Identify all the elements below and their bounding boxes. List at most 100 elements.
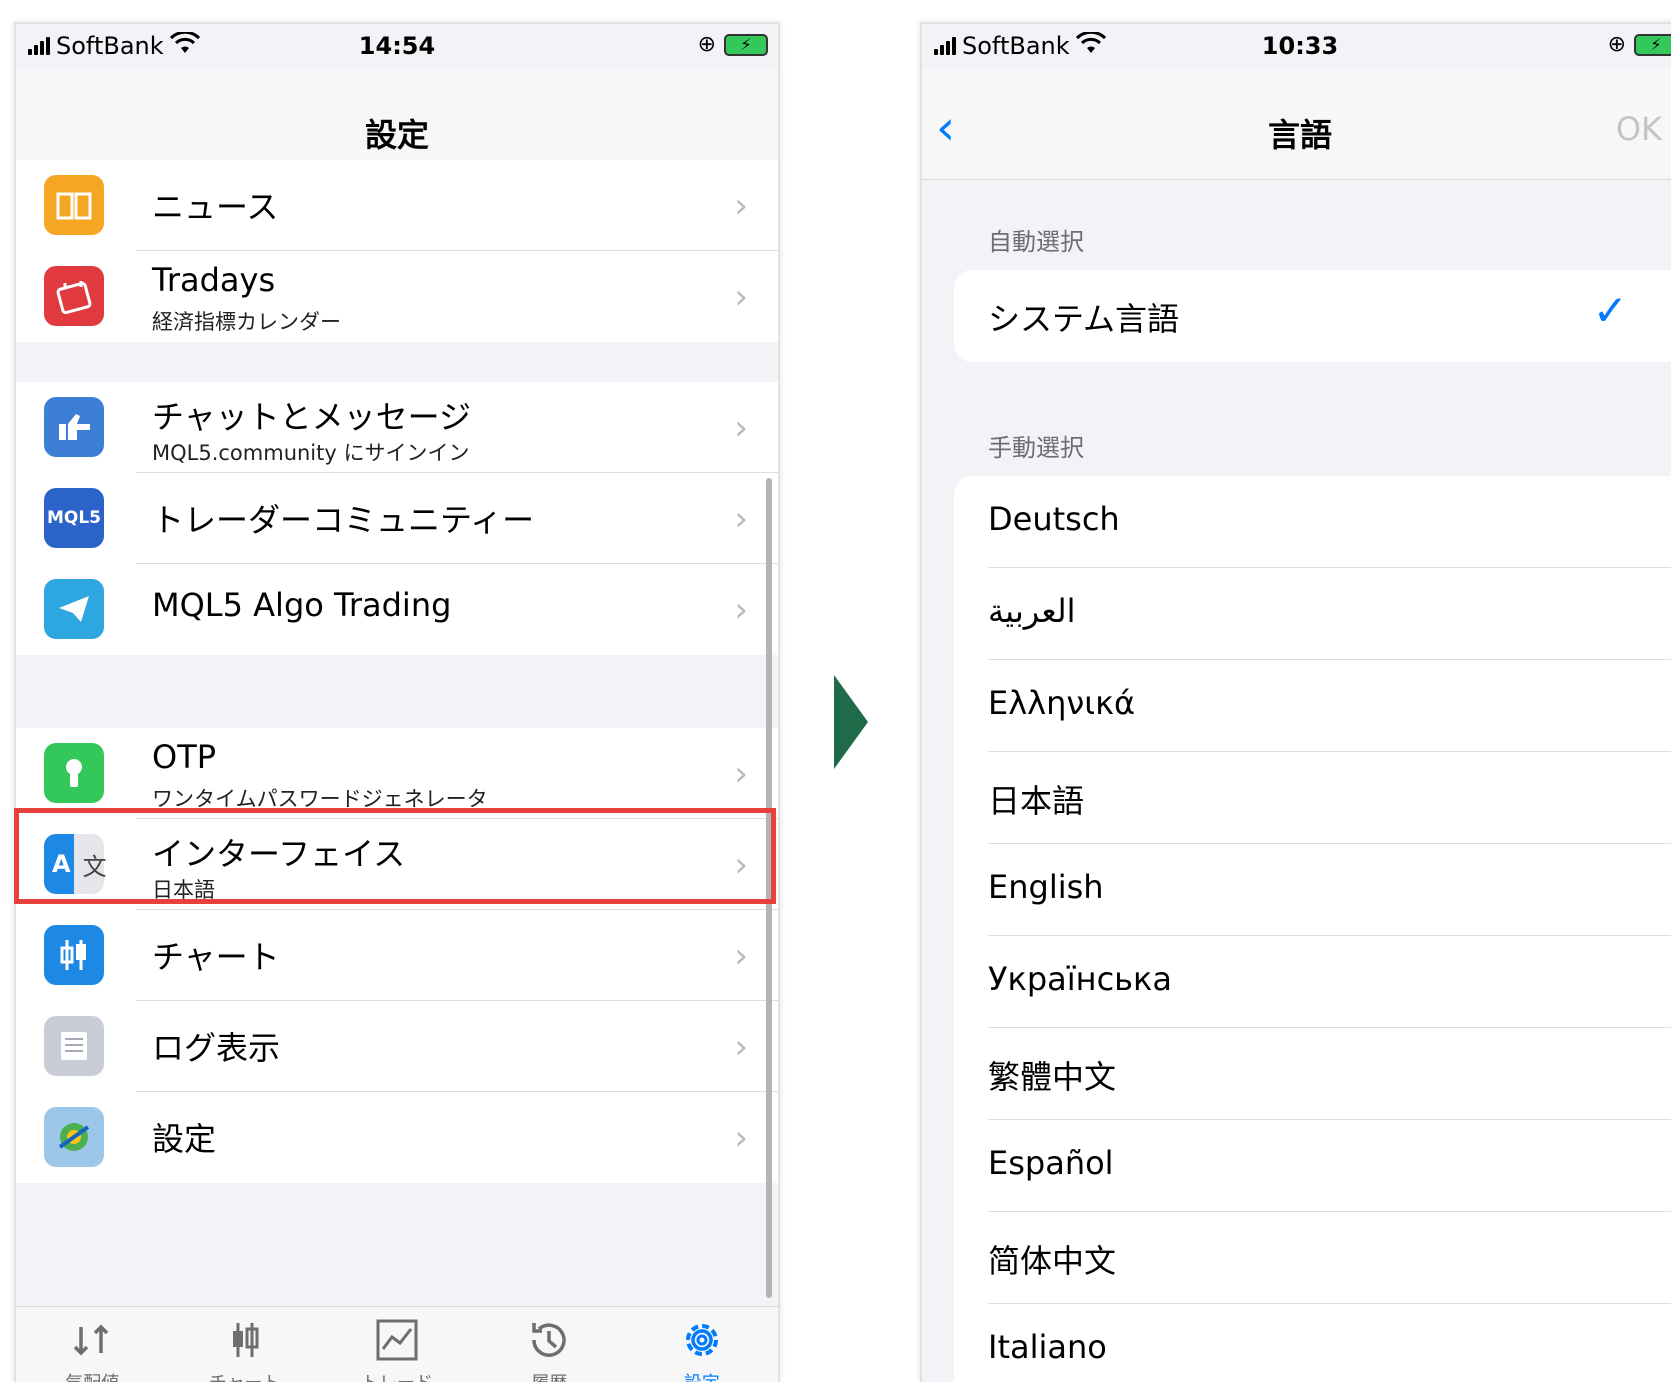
metatrader-icon (44, 1107, 104, 1167)
tab-settings[interactable]: 設定 (626, 1307, 778, 1382)
settings-item-label: インターフェイス (152, 835, 406, 873)
chevron-right-icon: › (734, 1118, 748, 1158)
document-icon (44, 1016, 104, 1076)
settings-item-subtitle: 日本語 (152, 878, 215, 902)
status-bar: SoftBank 10:33 ⊕ ⚡ (922, 24, 1671, 70)
chevron-right-icon: › (734, 499, 748, 539)
translate-kanji-glyph: 文 (82, 852, 107, 881)
checkmark-icon: ✓ (1592, 286, 1628, 335)
manual-select-card: Deutsch العربية Ελληνικά 日本語 English Укр… (954, 476, 1671, 1382)
language-screen: SoftBank 10:33 ⊕ ⚡ ‹ 言語 OK 自動選択 システム言語 ✓… (920, 22, 1671, 1382)
language-option[interactable]: Deutsch (988, 476, 1671, 568)
chevron-right-icon: › (734, 277, 748, 317)
settings-item-label: OTP (152, 738, 217, 776)
settings-group: チャットとメッセージ MQL5.community にサインイン › MQL5 … (16, 382, 778, 655)
section-header-auto: 自動選択 (988, 228, 1084, 256)
language-name: Italiano (988, 1328, 1107, 1366)
book-icon (44, 175, 104, 235)
tab-history[interactable]: 履歴 (473, 1307, 625, 1382)
settings-item-label: 設定 (152, 1120, 217, 1158)
settings-item-otp[interactable]: OTP ワンタイムパスワードジェネレータ › (44, 728, 778, 819)
tab-bar: 気配値 チャート トレード 履歴 設定 (16, 1306, 778, 1382)
settings-screen: SoftBank 14:54 ⊕ ⚡ 設定 ニュース › Tradays 経済指 (14, 22, 780, 1382)
settings-item-label: チャットとメッセージ (152, 398, 472, 436)
language-name: 简体中文 (988, 1242, 1117, 1280)
settings-item-label: ログ表示 (152, 1029, 281, 1067)
settings-item-algo-trading[interactable]: MQL5 Algo Trading › (44, 564, 778, 655)
system-language-option[interactable]: システム言語 ✓ (988, 270, 1671, 362)
settings-item-label: トレーダーコミュニティー (152, 501, 535, 539)
page-title: 言語 (1267, 116, 1332, 154)
scrollbar[interactable] (766, 478, 772, 1298)
language-option[interactable]: العربية (988, 568, 1671, 660)
language-name: Español (988, 1144, 1114, 1182)
translate-icon-letter: A (52, 850, 71, 878)
tab-quotes[interactable]: 気配値 (16, 1307, 168, 1382)
ok-button[interactable]: OK (1616, 110, 1662, 148)
tab-chart[interactable]: チャート (168, 1307, 320, 1382)
chevron-right-icon: › (734, 845, 748, 885)
language-option[interactable]: 繁體中文 (988, 1028, 1671, 1120)
settings-item-log[interactable]: ログ表示 › (44, 1001, 778, 1092)
chevron-right-icon: › (734, 590, 748, 630)
language-name: Українська (988, 960, 1172, 998)
telegram-icon (44, 579, 104, 639)
language-name: 日本語 (988, 782, 1085, 820)
language-option[interactable]: Italiano (988, 1304, 1671, 1382)
settings-item-interface[interactable]: A 文 インターフェイス 日本語 › (44, 819, 778, 910)
arrow-right-icon (834, 675, 868, 769)
language-name: システム言語 (988, 300, 1180, 338)
auto-select-card: システム言語 ✓ (954, 270, 1671, 362)
battery-icon: ⚡ (1634, 33, 1671, 56)
chevron-right-icon: › (734, 754, 748, 794)
settings-item-chart[interactable]: チャート › (44, 910, 778, 1001)
language-name: Ελληνικά (988, 684, 1136, 722)
language-option[interactable]: Українська (988, 936, 1671, 1028)
tab-label: 履歴 (473, 1369, 625, 1382)
language-option[interactable]: Ελληνικά (988, 660, 1671, 752)
tab-label: チャート (168, 1369, 320, 1382)
tab-label: 気配値 (16, 1369, 168, 1382)
chevron-right-icon: › (734, 186, 748, 226)
settings-item-label: Tradays (152, 261, 276, 299)
calendar-icon (44, 266, 104, 326)
language-name: Deutsch (988, 500, 1120, 538)
language-option[interactable]: English (988, 844, 1671, 936)
mql5-icon: MQL5 (44, 488, 104, 548)
settings-item-community[interactable]: MQL5 トレーダーコミュニティー › (44, 473, 778, 564)
settings-item-subtitle: MQL5.community にサインイン (152, 441, 470, 465)
language-option[interactable]: 日本語 (988, 752, 1671, 844)
status-time: 10:33 (1261, 32, 1339, 60)
orientation-lock-icon: ⊕ (697, 32, 716, 57)
battery-icon: ⚡ (724, 33, 768, 56)
tab-trade[interactable]: トレード (321, 1307, 473, 1382)
language-option[interactable]: 简体中文 (988, 1212, 1671, 1304)
settings-item-label: MQL5 Algo Trading (152, 586, 452, 624)
language-name: English (988, 868, 1104, 906)
nav-bar: ‹ 言語 OK (922, 70, 1671, 180)
gear-icon (685, 1324, 718, 1356)
page-title: 設定 (364, 116, 429, 154)
settings-item-subtitle: ワンタイムパスワードジェネレータ (152, 787, 488, 811)
thumbs-up-icon (44, 397, 104, 457)
settings-item-chat[interactable]: チャットとメッセージ MQL5.community にサインイン › (44, 382, 778, 473)
settings-group: OTP ワンタイムパスワードジェネレータ › A 文 インターフェイス 日本語 … (16, 728, 778, 1183)
language-name: 繁體中文 (988, 1058, 1117, 1096)
settings-item-tradays[interactable]: Tradays 経済指標カレンダー › (44, 251, 778, 342)
language-name: العربية (988, 592, 1076, 630)
trade-icon (376, 1319, 418, 1361)
settings-item-label: チャート (152, 938, 280, 976)
settings-group: ニュース › Tradays 経済指標カレンダー › (16, 160, 778, 342)
settings-item-label: ニュース (152, 188, 279, 226)
status-bar: SoftBank 14:54 ⊕ ⚡ (16, 24, 778, 70)
settings-item-news[interactable]: ニュース › (44, 160, 778, 251)
chevron-right-icon: › (734, 936, 748, 976)
quotes-icon (73, 1324, 109, 1356)
history-icon (532, 1323, 567, 1357)
candlestick-icon (44, 925, 104, 985)
language-option[interactable]: Español (988, 1120, 1671, 1212)
tab-label: 設定 (626, 1369, 778, 1382)
section-header-manual: 手動選択 (988, 434, 1084, 462)
settings-item-settings[interactable]: 設定 › (44, 1092, 778, 1183)
translate-icon: A 文 (44, 834, 107, 894)
